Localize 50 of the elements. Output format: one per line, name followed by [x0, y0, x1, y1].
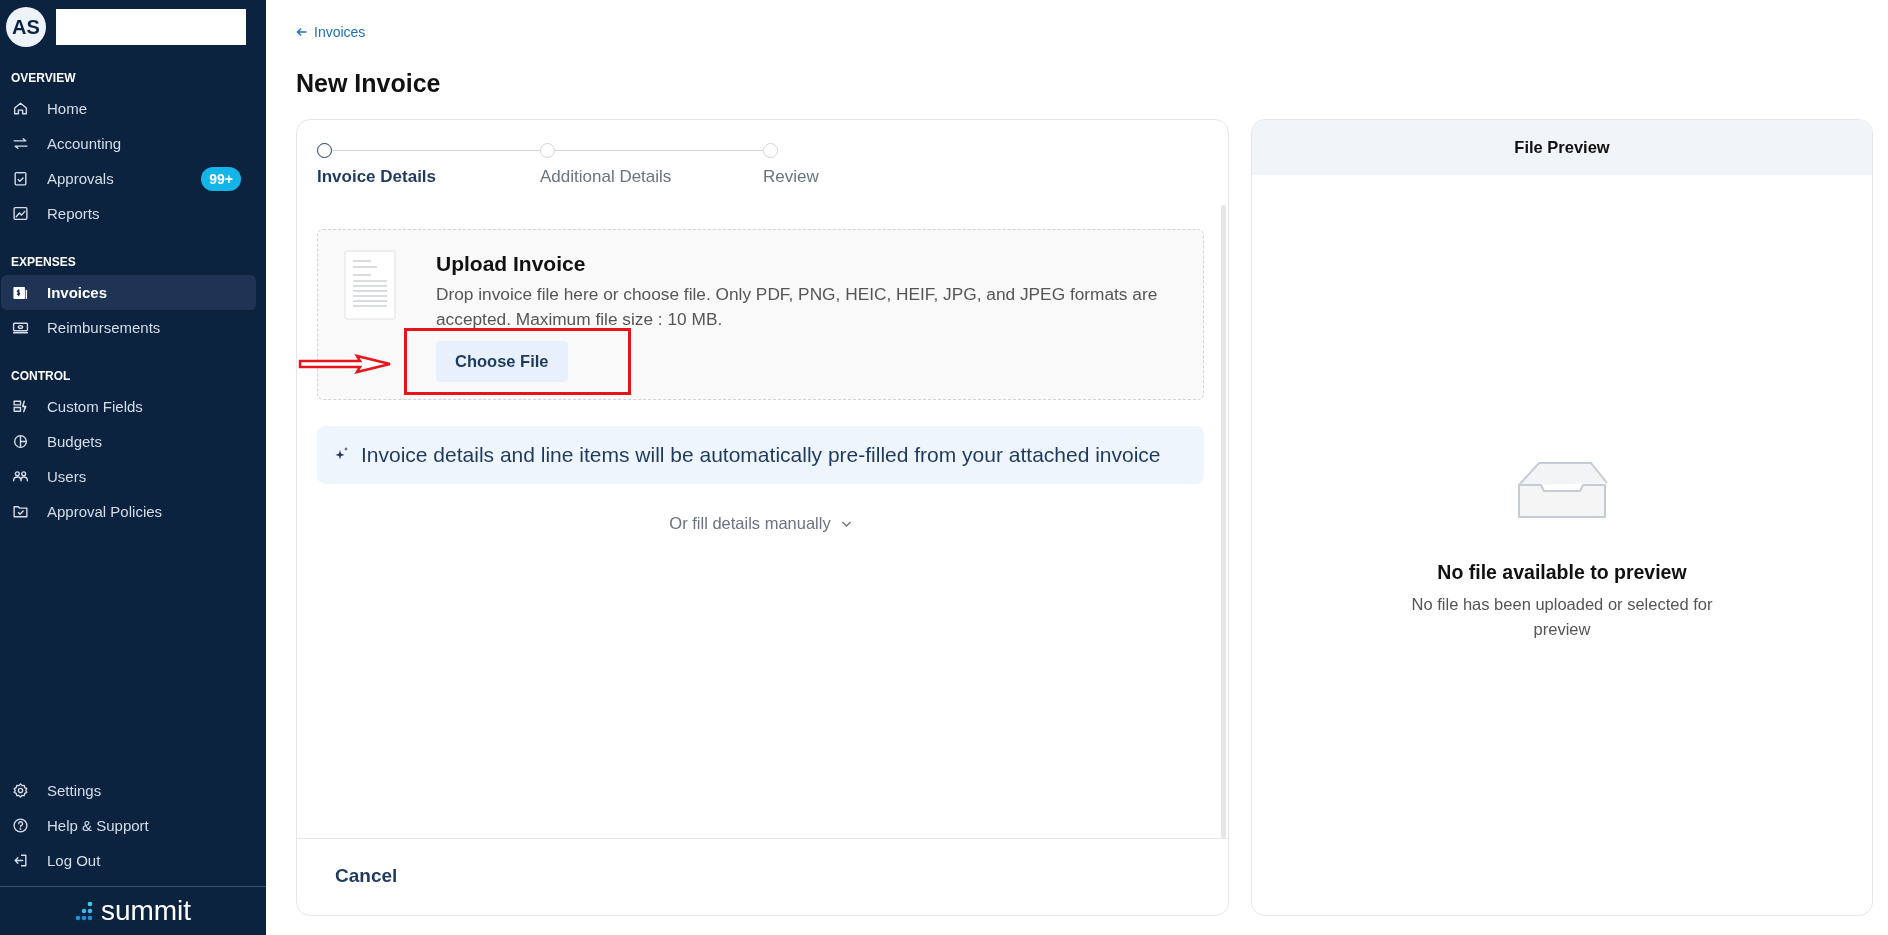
sidebar-item[interactable]: Home [1, 91, 256, 126]
step-tab[interactable]: Additional Details [540, 167, 672, 187]
sidebar-item[interactable]: Approval Policies [1, 494, 256, 529]
empty-state-title: No file available to preview [1437, 561, 1687, 584]
logout-icon [12, 852, 29, 869]
manual-entry-toggle[interactable]: Or fill details manually [663, 513, 858, 534]
sidebar-item[interactable]: Settings [1, 773, 256, 808]
sidebar-item[interactable]: Reports [1, 196, 256, 231]
sidebar-item[interactable]: Reimbursements [1, 310, 256, 345]
back-link[interactable]: Invoices [296, 24, 366, 40]
home-icon [12, 100, 29, 117]
count-badge: 99+ [201, 166, 241, 191]
chevron-down-icon [840, 519, 852, 528]
section-heading: EXPENSES [10, 255, 77, 269]
upload-description: Drop invoice file here or choose file. Only PDF, PNG, HEIC, HEIF, JPG, and JPEG formats are accepted. Maximum file size : 10 MB. [436, 283, 1159, 331]
back-arrow-icon [296, 26, 308, 38]
choose-file-button[interactable]: Choose File [436, 341, 568, 382]
pie-icon [12, 433, 29, 450]
user-avatar[interactable]: AS [6, 7, 46, 47]
sidebar-item[interactable]: Invoices [1, 275, 256, 310]
logo-dots-icon [74, 901, 93, 921]
sidebar-item[interactable]: Accounting [1, 126, 256, 161]
chart-icon [12, 205, 29, 222]
preview-title: File Preview [1514, 138, 1610, 157]
brand-logo: summit [100, 895, 192, 927]
sidebar-item[interactable]: Help & Support [1, 808, 256, 843]
section-heading: CONTROL [10, 369, 72, 383]
fields-icon [12, 398, 29, 415]
receipt-icon [12, 284, 29, 301]
section-heading: OVERVIEW [10, 71, 77, 85]
document-icon [344, 250, 396, 320]
info-text: Invoice details and line items will be automatically pre-filled from your attached invoice [361, 443, 1161, 467]
step-tab[interactable]: Review [763, 167, 819, 187]
sidebar-item[interactable]: Log Out [1, 843, 256, 878]
folder-check-icon [12, 503, 29, 520]
empty-state-text: No file has been uploaded or selected for preview [1410, 594, 1714, 640]
step-tab[interactable]: Invoice Details [317, 167, 437, 187]
settings-icon [12, 782, 29, 799]
page-title: New Invoice [296, 69, 442, 98]
upload-title: Upload Invoice [436, 252, 586, 276]
upload-dropzone[interactable]: Upload Invoice Drop invoice file here or choose file. Only PDF, PNG, HEIC, HEIF, JPG, and JPEG formats are accepted. Maximum file size : 10 MB. Choose File [317, 229, 1204, 400]
exchange-icon [12, 135, 29, 152]
help-icon [12, 817, 29, 834]
clipboard-icon [12, 170, 29, 187]
scrollbar[interactable] [1221, 205, 1226, 838]
sidebar-item[interactable]: Budgets [1, 424, 256, 459]
sidebar-item[interactable]: Custom Fields [1, 389, 256, 424]
cancel-button[interactable]: Cancel [335, 865, 398, 887]
sidebar-item[interactable]: Approvals 99+ [1, 161, 256, 196]
sidebar-item[interactable]: Users [1, 459, 256, 494]
